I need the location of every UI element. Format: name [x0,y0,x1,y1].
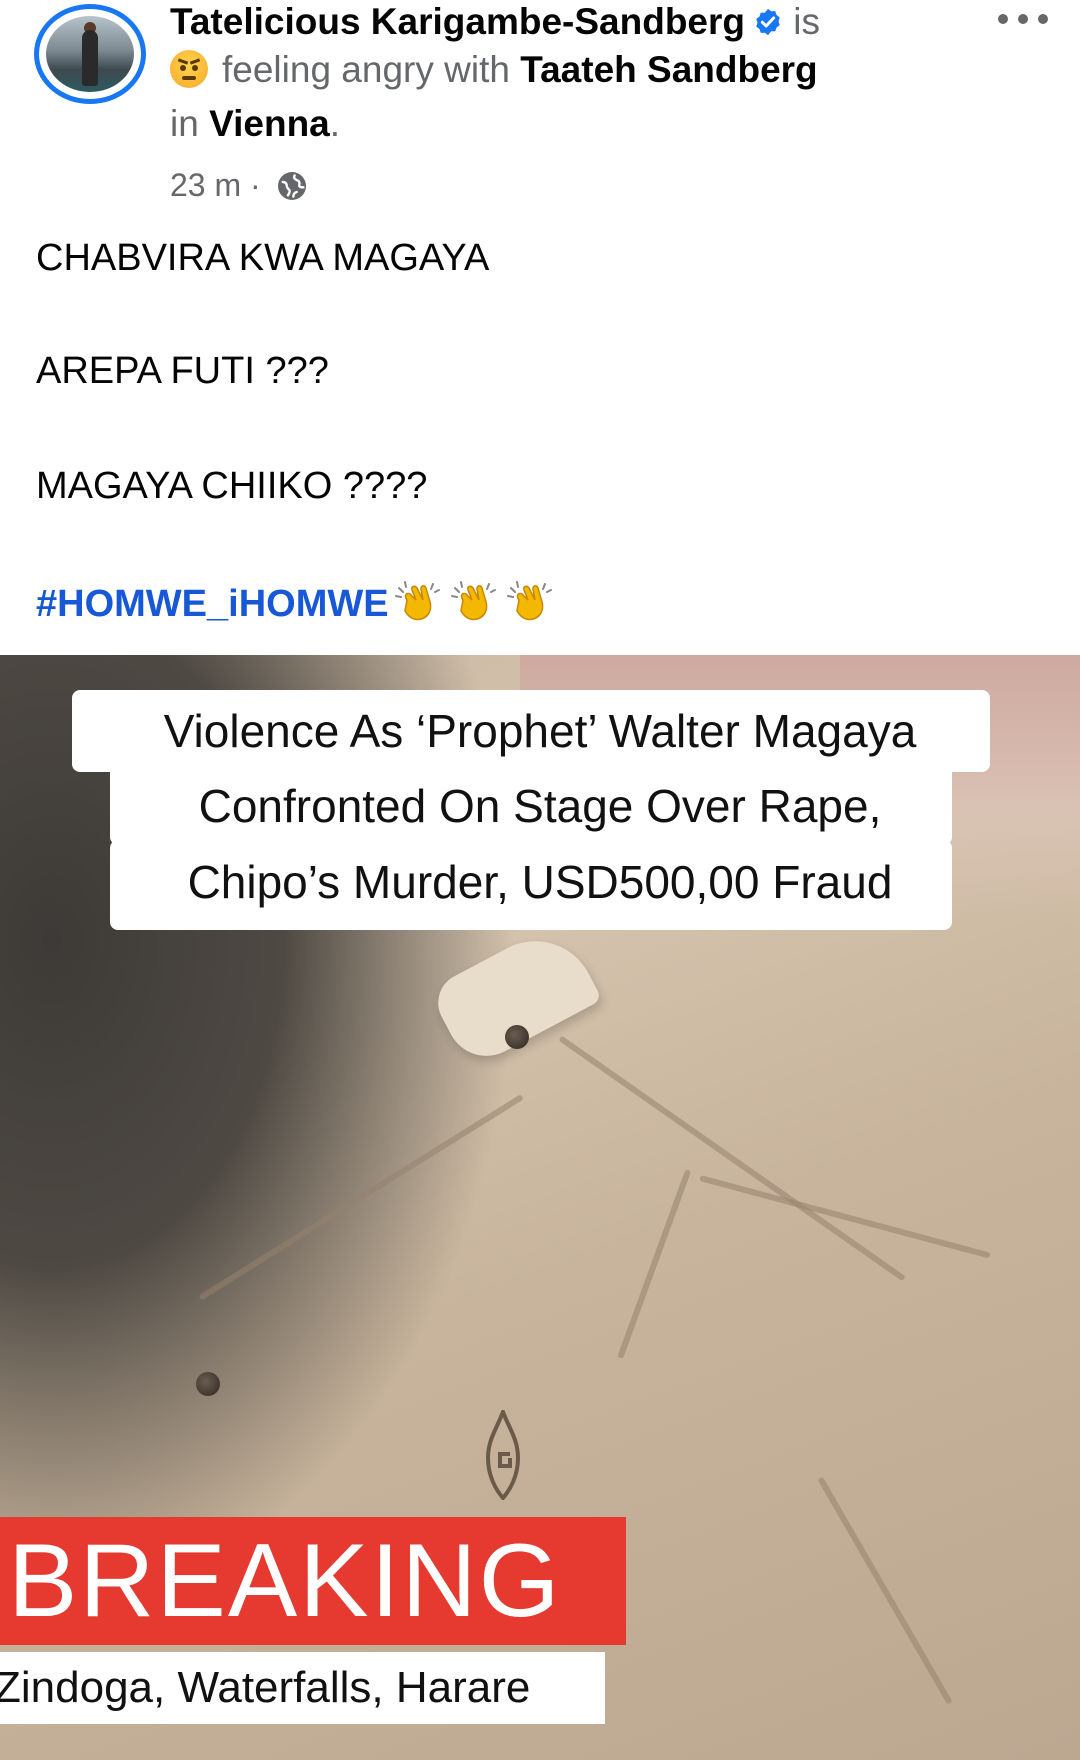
channel-logo-icon [485,1410,521,1500]
post-header: Tatelicious Karigambe-Sandberg is feelin… [0,0,1080,203]
avatar-photo [46,16,134,92]
feeling-text: feeling angry with [222,49,510,90]
hashtag-line: #HOMWE_iHOMWE [36,578,557,628]
location-caption: Zindoga, Waterfalls, Harare [0,1663,531,1712]
clapping-hands-icon [450,581,496,621]
location-suffix: . [329,103,341,144]
shirt-fold [817,1476,953,1705]
post-text-line-2: AREPA FUTI ??? [36,350,329,392]
headline-line-1: Violence As ‘Prophet’ Walter Magaya [163,705,917,757]
breaking-label: BREAKING [8,1523,562,1639]
headline-line-2: Confronted On Stage Over Rape, [198,780,882,832]
location-link[interactable]: Vienna [209,103,330,144]
shirt-button [196,1372,220,1396]
globe-icon [277,172,306,200]
more-options-icon[interactable] [996,4,1052,34]
headline-line-3: Chipo’s Murder, USD500,00 Fraud [187,856,893,908]
shirt-fold [699,1175,991,1259]
avatar[interactable] [34,4,146,104]
post-meta: 23 m · [170,166,308,204]
meta-separator: · [250,167,261,203]
author-name[interactable]: Tatelicious Karigambe-Sandberg [170,1,745,42]
shirt-button [505,1025,529,1049]
post-video[interactable]: Violence As ‘Prophet’ Walter Magaya Conf… [0,655,1080,1760]
location-line: in Vienna. [170,102,340,146]
clapping-hands-icon [506,581,552,621]
is-text: is [793,1,821,42]
verified-badge-icon [756,8,780,36]
feeling-line: feeling angry with Taateh Sandberg [170,48,818,92]
avatar-figure [82,30,98,86]
angry-face-icon [170,50,208,88]
shirt-fold [558,1035,906,1282]
post-time[interactable]: 23 m [170,167,241,203]
in-text: in [170,103,199,144]
tagged-person-link[interactable]: Taateh Sandberg [520,49,817,90]
post-text-line-1: CHABVIRA KWA MAGAYA [36,237,490,279]
post-text-line-3: MAGAYA CHIIKO ???? [36,465,428,507]
author-line: Tatelicious Karigambe-Sandberg is [170,0,970,44]
clapping-hands-icon [394,581,440,621]
hashtag-link[interactable]: #HOMWE_iHOMWE [36,583,389,625]
shirt-fold [617,1169,692,1360]
